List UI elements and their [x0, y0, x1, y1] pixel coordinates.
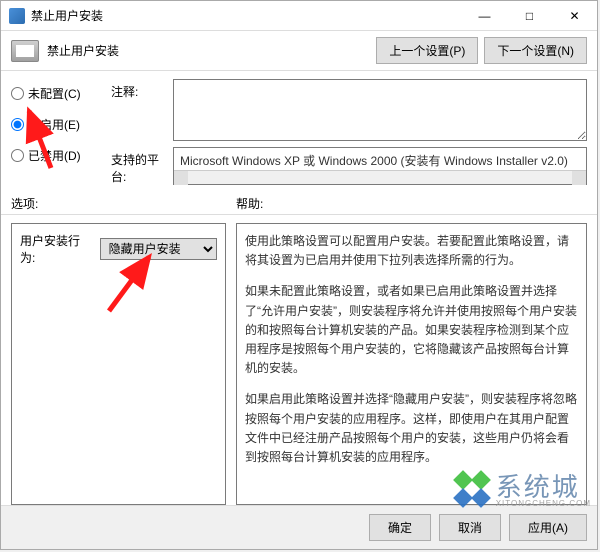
radio-disabled-input[interactable] [11, 149, 24, 162]
radio-not-configured-input[interactable] [11, 87, 24, 100]
platform-value: Microsoft Windows XP 或 Windows 2000 (安装有… [180, 154, 568, 168]
dialog-buttons: 确定 取消 应用(A) [1, 505, 597, 549]
dialog-window: 禁止用户安装 — □ ✕ 禁止用户安装 上一个设置(P) 下一个设置(N) 未配… [0, 0, 598, 550]
options-pane: 用户安装行为: 隐藏用户安装 [11, 223, 226, 505]
radio-not-configured-label: 未配置(C) [28, 85, 81, 102]
header-title: 禁止用户安装 [47, 42, 370, 59]
watermark-en: XITONGCHENG.COM [496, 500, 591, 508]
behavior-dropdown[interactable]: 隐藏用户安装 [100, 238, 217, 260]
app-icon [9, 8, 25, 24]
window-controls: — □ ✕ [462, 1, 597, 31]
radio-disabled-label: 已禁用(D) [28, 147, 81, 164]
radio-enabled-label: 已启用(E) [28, 116, 80, 133]
help-paragraph-3: 如果启用此策略设置并选择“隐藏用户安装”，则安装程序将忽略按照每个用户安装的应用… [245, 390, 578, 467]
maximize-button[interactable]: □ [507, 1, 552, 31]
policy-icon [11, 40, 39, 62]
comment-textarea[interactable] [173, 79, 587, 141]
close-button[interactable]: ✕ [552, 1, 597, 31]
previous-setting-button[interactable]: 上一个设置(P) [376, 37, 478, 64]
window-title: 禁止用户安装 [31, 7, 462, 24]
horizontal-scrollbar[interactable] [174, 170, 586, 184]
watermark-logo-icon [452, 471, 492, 511]
radio-not-configured[interactable]: 未配置(C) [11, 85, 111, 102]
platform-value-box: Microsoft Windows XP 或 Windows 2000 (安装有… [173, 147, 587, 185]
watermark-cn: 系统城 [496, 474, 591, 500]
next-setting-button[interactable]: 下一个设置(N) [484, 37, 587, 64]
comment-row: 注释: [111, 79, 587, 141]
comment-label: 注释: [111, 79, 167, 100]
watermark: 系统城 XITONGCHENG.COM [452, 471, 591, 511]
header-row: 禁止用户安装 上一个设置(P) 下一个设置(N) [1, 31, 597, 71]
minimize-button[interactable]: — [462, 1, 507, 31]
cancel-button[interactable]: 取消 [439, 514, 501, 541]
help-paragraph-2: 如果未配置此策略设置，或者如果已启用此策略设置并选择了“允许用户安装”，则安装程… [245, 282, 578, 378]
top-right-col: 注释: 支持的平台: Microsoft Windows XP 或 Window… [111, 79, 587, 185]
top-section: 未配置(C) 已启用(E) 已禁用(D) 注释: 支持的平台: Microsof… [1, 71, 597, 189]
radio-enabled[interactable]: 已启用(E) [11, 116, 111, 133]
state-radio-group: 未配置(C) 已启用(E) 已禁用(D) [11, 79, 111, 185]
apply-button[interactable]: 应用(A) [509, 514, 587, 541]
titlebar: 禁止用户安装 — □ ✕ [1, 1, 597, 31]
behavior-row: 用户安装行为: 隐藏用户安装 [20, 232, 217, 266]
help-header: 帮助: [236, 195, 587, 212]
main-area: 用户安装行为: 隐藏用户安装 使用此策略设置可以配置用户安装。若要配置此策略设置… [1, 215, 597, 505]
help-paragraph-1: 使用此策略设置可以配置用户安装。若要配置此策略设置，请将其设置为已启用并使用下拉… [245, 232, 578, 270]
platform-row: 支持的平台: Microsoft Windows XP 或 Windows 20… [111, 147, 587, 185]
radio-disabled[interactable]: 已禁用(D) [11, 147, 111, 164]
radio-enabled-input[interactable] [11, 118, 24, 131]
options-header: 选项: [11, 195, 236, 212]
behavior-label: 用户安装行为: [20, 232, 94, 266]
ok-button[interactable]: 确定 [369, 514, 431, 541]
platform-label: 支持的平台: [111, 147, 167, 185]
columns-header: 选项: 帮助: [1, 189, 597, 214]
help-pane: 使用此策略设置可以配置用户安装。若要配置此策略设置，请将其设置为已启用并使用下拉… [236, 223, 587, 505]
